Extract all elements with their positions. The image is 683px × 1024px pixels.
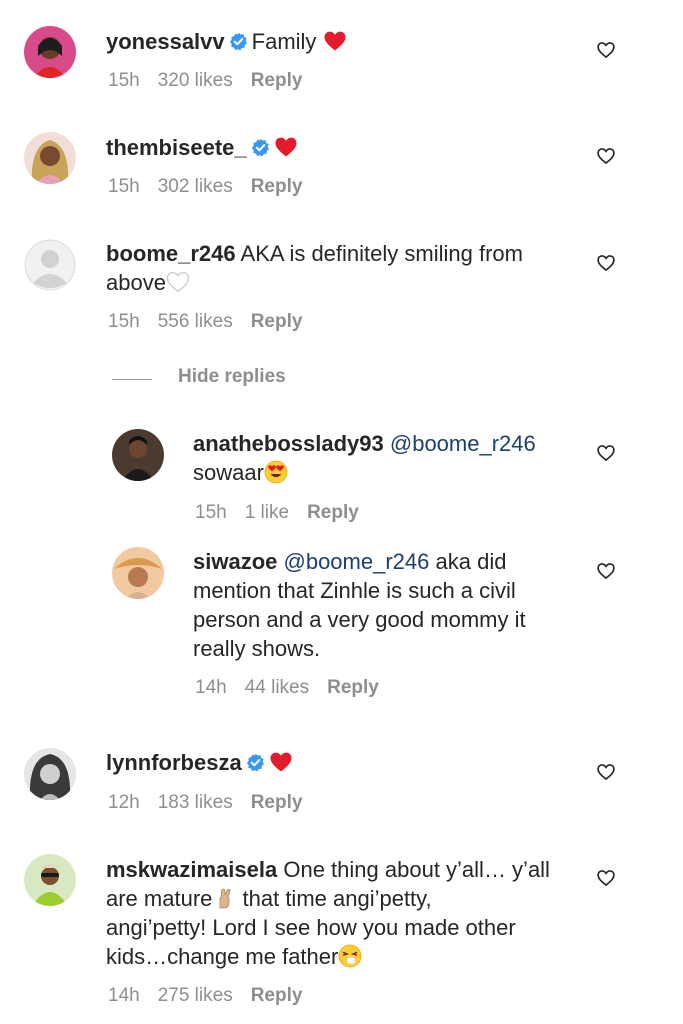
avatar[interactable] bbox=[24, 854, 76, 906]
comment-meta: 15h 1 like Reply bbox=[195, 502, 377, 524]
like-heart-icon[interactable] bbox=[596, 762, 616, 782]
comment-body: yonessalvv Family bbox=[106, 27, 347, 56]
comment-body: anathebosslady93 @boome_r246 sowaar bbox=[193, 429, 536, 487]
comment-text: aka did bbox=[435, 549, 507, 574]
like-heart-icon[interactable] bbox=[596, 561, 616, 581]
comment-body: siwazoe @boome_r246 aka did mention that… bbox=[193, 547, 526, 663]
comment-line: really shows. bbox=[193, 636, 321, 661]
likes-count[interactable]: 1 like bbox=[245, 502, 289, 523]
comment-line: mskwazimaisela One thing about y’all… y’… bbox=[106, 855, 550, 884]
comment-body: mskwazimaisela One thing about y’all… y’… bbox=[106, 855, 550, 971]
comment-line: siwazoe @boome_r246 aka did bbox=[193, 547, 526, 576]
avatar[interactable] bbox=[24, 132, 76, 184]
timestamp: 14h bbox=[108, 985, 140, 1006]
likes-count[interactable]: 320 likes bbox=[158, 70, 233, 91]
comment-meta: 12h 183 likes Reply bbox=[108, 792, 320, 814]
hide-replies-label[interactable]: Hide replies bbox=[178, 366, 286, 388]
red-heart-icon bbox=[324, 31, 346, 51]
comment-meta: 15h 320 likes Reply bbox=[108, 70, 320, 92]
comment-text: are mature bbox=[106, 886, 213, 911]
username[interactable]: mskwazimaisela bbox=[106, 857, 277, 882]
red-heart-icon bbox=[270, 752, 292, 772]
timestamp: 15h bbox=[108, 176, 140, 197]
comment-meta: 14h 275 likes Reply bbox=[108, 985, 320, 1007]
reply-button[interactable]: Reply bbox=[327, 677, 379, 698]
timestamp: 15h bbox=[108, 311, 140, 332]
like-heart-icon[interactable] bbox=[596, 146, 616, 166]
likes-count[interactable]: 556 likes bbox=[158, 311, 233, 332]
comment-line: angi’petty! Lord I see how you made othe… bbox=[106, 915, 516, 940]
comment-line: boome_r246 AKA is definitely smiling fro… bbox=[106, 239, 523, 268]
username[interactable]: boome_r246 bbox=[106, 241, 236, 266]
avatar[interactable] bbox=[24, 748, 76, 800]
reply-button[interactable]: Reply bbox=[251, 176, 303, 197]
verified-badge-icon bbox=[251, 138, 269, 157]
likes-count[interactable]: 275 likes bbox=[158, 985, 233, 1006]
likes-count[interactable]: 44 likes bbox=[245, 677, 309, 698]
like-heart-icon[interactable] bbox=[596, 253, 616, 273]
comment-line: mention that Zinhle is such a civil bbox=[193, 578, 516, 603]
reply-button[interactable]: Reply bbox=[251, 985, 303, 1006]
heart-eyes-emoji-icon bbox=[264, 460, 288, 484]
mention-link[interactable]: @boome_r246 bbox=[284, 549, 430, 574]
like-heart-icon[interactable] bbox=[596, 40, 616, 60]
reply-button[interactable]: Reply bbox=[251, 70, 303, 91]
comment-text: Family bbox=[251, 29, 317, 54]
username[interactable]: thembiseete_ bbox=[106, 135, 247, 160]
comment-text: kids…change me father bbox=[106, 944, 339, 969]
comment-meta: 15h 556 likes Reply bbox=[108, 311, 320, 333]
comment-meta: 15h 302 likes Reply bbox=[108, 176, 320, 198]
comment-text: One thing about y’all… y’all bbox=[283, 857, 550, 882]
divider-line bbox=[112, 379, 152, 380]
mention-link[interactable]: @boome_r246 bbox=[390, 431, 536, 456]
comment-line: anathebosslady93 @boome_r246 bbox=[193, 429, 536, 458]
like-heart-icon[interactable] bbox=[596, 868, 616, 888]
verified-badge-icon bbox=[229, 32, 247, 51]
avatar[interactable] bbox=[24, 239, 76, 291]
timestamp: 14h bbox=[195, 677, 227, 698]
comment-body: thembiseete_ bbox=[106, 133, 298, 162]
reply-button[interactable]: Reply bbox=[251, 792, 303, 813]
likes-count[interactable]: 302 likes bbox=[158, 176, 233, 197]
comment-body: lynnforbesza bbox=[106, 748, 293, 777]
comment-text: above bbox=[106, 270, 166, 295]
timestamp: 15h bbox=[108, 70, 140, 91]
reply-button[interactable]: Reply bbox=[251, 311, 303, 332]
username[interactable]: lynnforbesza bbox=[106, 750, 242, 775]
comment-line: are mature that time angi’petty, bbox=[106, 884, 550, 913]
avatar[interactable] bbox=[112, 429, 164, 481]
sneezing-face-icon bbox=[338, 944, 362, 968]
like-heart-icon[interactable] bbox=[596, 443, 616, 463]
comment-line: person and a very good mommy it bbox=[193, 607, 526, 632]
white-heart-icon bbox=[166, 271, 190, 293]
avatar[interactable] bbox=[24, 26, 76, 78]
verified-badge-icon bbox=[246, 753, 264, 772]
comment-text: AKA is definitely smiling from bbox=[240, 241, 523, 266]
red-heart-icon bbox=[275, 137, 297, 157]
timestamp: 15h bbox=[195, 502, 227, 523]
reply-button[interactable]: Reply bbox=[307, 502, 359, 523]
comment-line: sowaar bbox=[193, 458, 536, 487]
likes-count[interactable]: 183 likes bbox=[158, 792, 233, 813]
comment-body: boome_r246 AKA is definitely smiling fro… bbox=[106, 239, 523, 297]
avatar[interactable] bbox=[112, 547, 164, 599]
comment-meta: 14h 44 likes Reply bbox=[195, 677, 397, 699]
comment-line: kids…change me father bbox=[106, 942, 550, 971]
comment-line: above bbox=[106, 268, 523, 297]
username[interactable]: yonessalvv bbox=[106, 29, 225, 54]
comment-text: sowaar bbox=[193, 460, 264, 485]
crossed-fingers-icon bbox=[219, 888, 231, 909]
username[interactable]: anathebosslady93 bbox=[193, 431, 384, 456]
timestamp: 12h bbox=[108, 792, 140, 813]
username[interactable]: siwazoe bbox=[193, 549, 277, 574]
comment-text: that time angi’petty, bbox=[242, 886, 432, 911]
